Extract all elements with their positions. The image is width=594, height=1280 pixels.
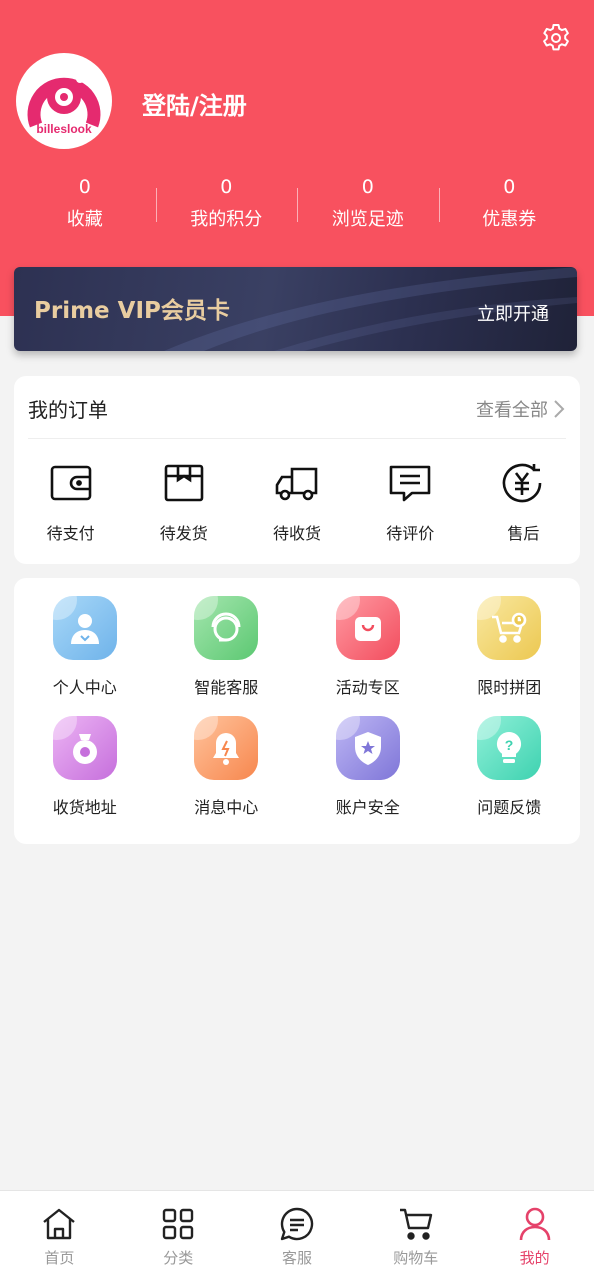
tab-cart[interactable]: 购物车 — [356, 1191, 475, 1280]
stat-label: 收藏 — [66, 209, 103, 230]
my-orders-title: 我的订单 — [28, 398, 108, 422]
lightbulb-question-icon: ? — [497, 731, 522, 763]
service-tile — [335, 596, 400, 660]
stat-favorites[interactable]: 0 收藏 — [14, 172, 156, 242]
order-after-sales[interactable]: 售后 — [467, 460, 580, 544]
service-tile — [194, 716, 259, 780]
my-orders-card: 我的订单 查看全部 待支付 待发货 待收货 待评价 售后 — [14, 376, 580, 564]
service-messages[interactable]: 消息中心 — [156, 716, 298, 818]
shield-icon — [354, 732, 381, 765]
bell-icon — [213, 733, 240, 765]
service-account-security[interactable]: 账户安全 — [297, 716, 439, 818]
tab-label: 分类 — [163, 1249, 194, 1267]
service-label: 活动专区 — [335, 678, 400, 697]
stat-history[interactable]: 0 浏览足迹 — [297, 172, 439, 242]
service-tile — [52, 716, 117, 780]
service-tile — [477, 596, 542, 660]
service-label: 账户安全 — [335, 798, 400, 817]
vip-activate-button[interactable]: 立即开通 — [477, 300, 549, 326]
tab-support[interactable]: 客服 — [238, 1191, 357, 1280]
grid-icon — [162, 1208, 194, 1240]
service-promotions[interactable]: 活动专区 — [297, 596, 439, 698]
stat-points[interactable]: 0 我的积分 — [155, 172, 298, 242]
order-item-label: 待评价 — [386, 524, 435, 543]
tab-home[interactable]: 首页 — [0, 1191, 119, 1280]
chevron-right-icon — [554, 400, 565, 418]
tab-label: 首页 — [44, 1249, 75, 1267]
stat-coupons[interactable]: 0 优惠券 — [438, 172, 581, 242]
stat-value: 0 — [503, 176, 516, 198]
cart-clock-icon — [492, 612, 527, 643]
gear-icon — [543, 24, 569, 51]
user-icon — [70, 614, 99, 644]
package-icon — [164, 464, 204, 502]
service-label: 限时拼团 — [477, 678, 542, 697]
service-label: 收货地址 — [52, 798, 117, 817]
shopping-bag-icon — [354, 617, 381, 641]
tab-label: 我的 — [519, 1249, 550, 1267]
bottom-tab-bar: 首页 分类 客服 购物车 我的 — [0, 1190, 594, 1280]
order-item-label: 待收货 — [273, 524, 322, 543]
order-pending-review[interactable]: 待评价 — [354, 460, 467, 544]
tab-profile[interactable]: 我的 — [475, 1191, 594, 1280]
order-pending-shipment[interactable]: 待发货 — [127, 460, 240, 544]
vip-card-banner[interactable]: Prime VIP会员卡 立即开通 — [14, 267, 577, 351]
service-tile: ? — [477, 716, 542, 780]
stat-label: 优惠券 — [482, 209, 537, 230]
my-orders-header: 我的订单 查看全部 — [28, 376, 566, 439]
service-label: 消息中心 — [194, 798, 259, 817]
service-group-buy[interactable]: 限时拼团 — [439, 596, 581, 698]
order-status-list: 待支付 待发货 待收货 待评价 售后 — [14, 460, 580, 544]
stat-value: 0 — [361, 176, 374, 198]
svg-text:?: ? — [505, 737, 514, 753]
service-label: 个人中心 — [52, 678, 117, 697]
headset-icon — [211, 612, 241, 642]
vip-card-title: Prime VIP会员卡 — [34, 298, 230, 324]
home-icon — [43, 1208, 76, 1240]
view-all-label: 查看全部 — [476, 400, 548, 421]
service-address[interactable]: 收货地址 — [14, 716, 156, 818]
service-label: 智能客服 — [194, 678, 259, 697]
view-all-orders-link[interactable]: 查看全部 — [476, 396, 566, 422]
order-pending-receipt[interactable]: 待收货 — [240, 460, 353, 544]
settings-button[interactable] — [538, 20, 574, 56]
tab-label: 购物车 — [393, 1249, 439, 1267]
yuan-refund-icon — [503, 463, 542, 503]
service-tile — [335, 716, 400, 780]
stat-value: 0 — [220, 176, 233, 198]
service-personal-center[interactable]: 个人中心 — [14, 596, 156, 698]
chat-icon — [280, 1207, 314, 1241]
brand-logo: billeslook — [27, 75, 101, 136]
service-tile — [52, 596, 117, 660]
profile-icon — [519, 1207, 550, 1241]
order-item-label: 待支付 — [46, 524, 95, 543]
login-register-link[interactable]: 登陆/注册 — [142, 86, 247, 121]
location-icon — [72, 734, 97, 764]
truck-icon — [275, 467, 318, 501]
stat-label: 浏览足迹 — [331, 209, 404, 230]
service-tile — [194, 596, 259, 660]
stat-label: 我的积分 — [190, 209, 263, 230]
tab-label: 客服 — [281, 1249, 312, 1267]
service-smart-support[interactable]: 智能客服 — [156, 596, 298, 698]
services-grid: 个人中心 智能客服 活动专区 限时拼团 收货地址 消息中心 账户安全 ? 问题反… — [14, 596, 580, 818]
order-item-label: 售后 — [507, 524, 540, 543]
service-label: 问题反馈 — [477, 798, 542, 817]
stat-value: 0 — [78, 176, 91, 198]
cart-icon — [399, 1208, 432, 1240]
svg-text:billeslook: billeslook — [36, 122, 92, 136]
service-feedback[interactable]: ? 问题反馈 — [439, 716, 581, 818]
avatar[interactable]: billeslook — [16, 53, 112, 149]
services-card: 个人中心 智能客服 活动专区 限时拼团 收货地址 消息中心 账户安全 ? 问题反… — [14, 578, 580, 844]
order-pending-payment[interactable]: 待支付 — [14, 460, 127, 544]
stats-bar: 0 收藏 0 我的积分 0 浏览足迹 0 优惠券 — [14, 172, 580, 242]
tab-categories[interactable]: 分类 — [119, 1191, 238, 1280]
comment-icon — [389, 465, 431, 502]
wallet-icon — [50, 465, 91, 501]
order-item-label: 待发货 — [159, 524, 208, 543]
